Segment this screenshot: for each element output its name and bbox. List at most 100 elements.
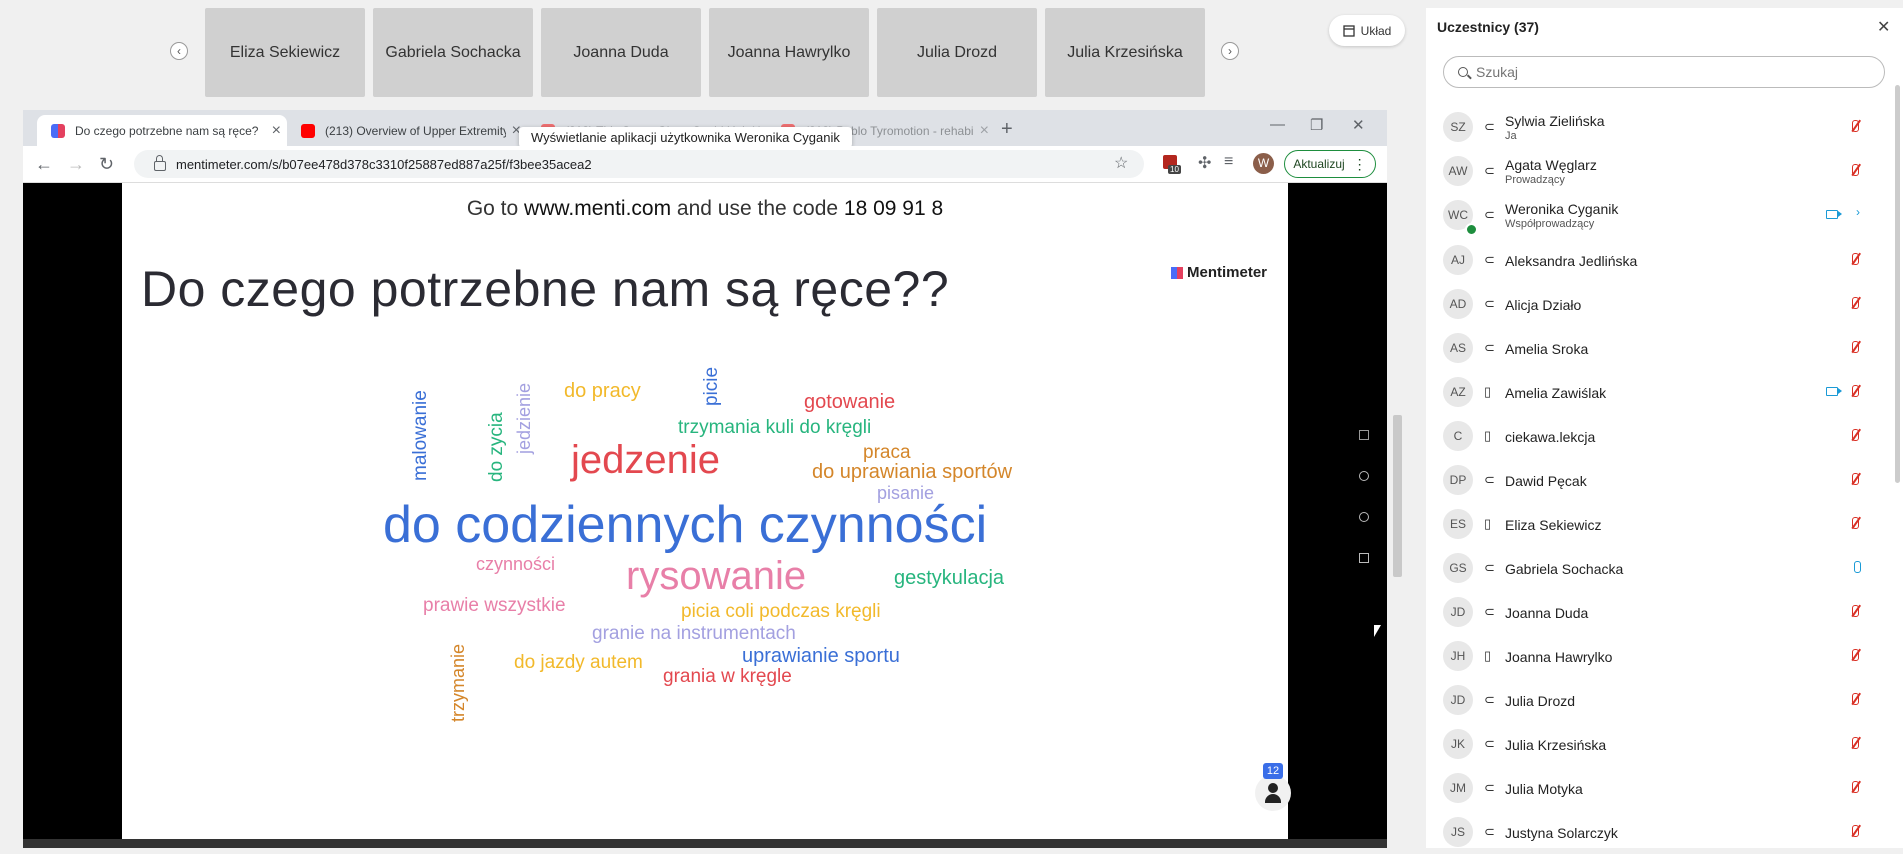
browser-window: Do czego potrzebne nam są ręce? × (213) … (23, 110, 1387, 848)
star-icon[interactable]: ☆ (1114, 153, 1128, 173)
participant-row[interactable]: AJ ⊂ Aleksandra Jedlińska (1426, 238, 1886, 282)
close-tab-icon[interactable]: × (272, 122, 281, 140)
word-cloud-item: granie na instrumentach (592, 623, 796, 644)
mic-off-icon[interactable] (1852, 825, 1859, 837)
more-menu-icon[interactable]: ⋮ (1353, 156, 1367, 173)
participant-row[interactable]: DP ⊂ Dawid Pęcak (1426, 458, 1886, 502)
participant-name: Weronika Cyganik (1505, 201, 1619, 217)
participant-row[interactable]: SZ ⊂ Sylwia Zielińska Ja (1426, 105, 1886, 149)
chevron-right-icon[interactable]: › (1856, 205, 1860, 219)
camera-icon[interactable] (1826, 387, 1842, 396)
mic-off-icon[interactable] (1852, 737, 1859, 749)
word-cloud-item: do codziennych czynności (383, 496, 988, 554)
zoom-out-icon[interactable] (1359, 512, 1369, 522)
forward-icon[interactable]: → (67, 154, 85, 175)
participant-row[interactable]: JK ⊂ Julia Krzesińska (1426, 722, 1886, 766)
mic-off-icon[interactable] (1852, 781, 1859, 793)
code-prefix: Go to (466, 197, 519, 220)
mic-off-icon[interactable] (1852, 605, 1859, 617)
tab-title: Do czego potrzebne nam są ręce? (75, 123, 259, 138)
person-icon-body (1265, 794, 1281, 803)
headset-icon: ⊂ (1484, 119, 1495, 134)
avatar: ES (1443, 509, 1473, 539)
reload-icon[interactable]: ↻ (99, 154, 114, 175)
close-tab-icon[interactable]: × (980, 122, 989, 140)
video-tile[interactable]: Joanna Hawrylko (709, 8, 869, 97)
video-tile[interactable]: Joanna Duda (541, 8, 701, 97)
fullscreen-icon[interactable] (1359, 430, 1369, 440)
mic-on-icon[interactable] (1854, 561, 1861, 573)
participant-row[interactable]: AZ ▯ Amelia Zawiślak (1426, 370, 1886, 414)
participant-row[interactable]: JD ⊂ Julia Drozd (1426, 678, 1886, 722)
tab-bar: Do czego potrzebne nam są ręce? × (213) … (23, 110, 1387, 148)
video-tile[interactable]: Julia Drozd (877, 8, 1037, 97)
camera-icon[interactable] (1826, 210, 1842, 219)
person-icon (1268, 783, 1278, 793)
participant-row[interactable]: GS ⊂ Gabriela Sochacka (1426, 546, 1886, 590)
participant-row[interactable]: WC ⊂ Weronika Cyganik Współprowadzący › (1426, 193, 1886, 237)
share-scrollbar[interactable] (1393, 415, 1402, 577)
panel-scrollbar[interactable] (1895, 85, 1900, 483)
participant-row[interactable]: JH ▯ Joanna Hawrylko (1426, 634, 1886, 678)
video-tile[interactable]: Julia Krzesińska (1045, 8, 1205, 97)
mic-off-icon[interactable] (1852, 297, 1859, 309)
code-site: www.menti.com (524, 197, 672, 220)
search-box[interactable] (1443, 56, 1885, 88)
avatar: JH (1443, 641, 1473, 671)
mic-off-icon[interactable] (1852, 649, 1859, 661)
headset-icon: ⊂ (1484, 472, 1495, 487)
mic-off-icon[interactable] (1852, 473, 1859, 485)
tile-name: Gabriela Sochacka (385, 43, 521, 61)
participant-row[interactable]: JS ⊂ Justyna Solarczyk (1426, 810, 1886, 854)
participant-row[interactable]: AW ⊂ Agata Węglarz Prowadzący (1426, 149, 1886, 193)
word-cloud-item: do zycia (486, 412, 507, 482)
new-tab-icon[interactable]: + (1001, 118, 1013, 141)
address-bar[interactable]: mentimeter.com/s/b07ee478d378c3310f25887… (134, 150, 1144, 178)
update-button[interactable]: Aktualizuj ⋮ (1284, 150, 1376, 178)
layout-icon (1343, 24, 1355, 37)
browser-tab-mentimeter[interactable]: Do czego potrzebne nam są ręce? × (37, 115, 287, 146)
participant-row[interactable]: JD ⊂ Joanna Duda (1426, 590, 1886, 634)
participant-row[interactable]: C ▯ ciekawa.lekcja (1426, 414, 1886, 458)
close-window-icon[interactable]: ✕ (1352, 116, 1365, 134)
fit-screen-icon[interactable] (1359, 553, 1369, 563)
participant-row[interactable]: AD ⊂ Alicja Działo (1426, 282, 1886, 326)
strip-prev-button[interactable]: ‹ (170, 42, 188, 60)
video-tile[interactable]: Eliza Sekiewicz (205, 8, 365, 97)
mic-off-icon[interactable] (1852, 120, 1859, 132)
mic-off-icon[interactable] (1852, 385, 1859, 397)
mic-off-icon[interactable] (1852, 164, 1859, 176)
strip-next-button[interactable]: › (1221, 42, 1239, 60)
back-icon[interactable]: ← (35, 154, 53, 175)
extension-badge: 10 (1168, 165, 1181, 174)
participant-row[interactable]: ES ▯ Eliza Sekiewicz (1426, 502, 1886, 546)
word-cloud-item: rysowanie (626, 554, 807, 598)
puzzle-icon[interactable]: ✣ (1198, 153, 1211, 173)
mic-off-icon[interactable] (1852, 429, 1859, 441)
participant-row[interactable]: JM ⊂ Julia Motyka (1426, 766, 1886, 810)
participant-name: Sylwia Zielińska (1505, 113, 1605, 129)
layout-button[interactable]: Układ (1329, 15, 1405, 46)
participant-row[interactable]: AS ⊂ Amelia Sroka (1426, 326, 1886, 370)
mic-off-icon[interactable] (1852, 517, 1859, 529)
browser-tab[interactable]: (213) Overview of Upper Extremity × (287, 115, 527, 146)
search-input[interactable] (1474, 63, 1858, 81)
join-code: 18 09 91 8 (843, 197, 944, 220)
profile-avatar[interactable]: W (1253, 153, 1274, 174)
mouse-cursor-icon (1374, 625, 1388, 637)
mic-off-icon[interactable] (1852, 341, 1859, 353)
mic-off-icon[interactable] (1852, 693, 1859, 705)
mentimeter-logo-icon (1171, 266, 1183, 279)
headset-icon: ⊂ (1484, 207, 1495, 222)
close-panel-icon[interactable]: ✕ (1877, 17, 1890, 37)
tile-name: Julia Krzesińska (1067, 43, 1183, 61)
restore-icon[interactable]: ❐ (1310, 116, 1323, 134)
video-tile[interactable]: Gabriela Sochacka (373, 8, 533, 97)
minimize-icon[interactable]: — (1270, 116, 1285, 133)
zoom-in-icon[interactable] (1359, 471, 1369, 481)
participant-name: Dawid Pęcak (1505, 473, 1587, 489)
mentimeter-slide: Go to www.menti.com and use the code 18 … (122, 183, 1291, 839)
media-icon[interactable]: ≡ (1224, 153, 1233, 171)
headset-icon: ⊂ (1484, 296, 1495, 311)
mic-off-icon[interactable] (1852, 253, 1859, 265)
